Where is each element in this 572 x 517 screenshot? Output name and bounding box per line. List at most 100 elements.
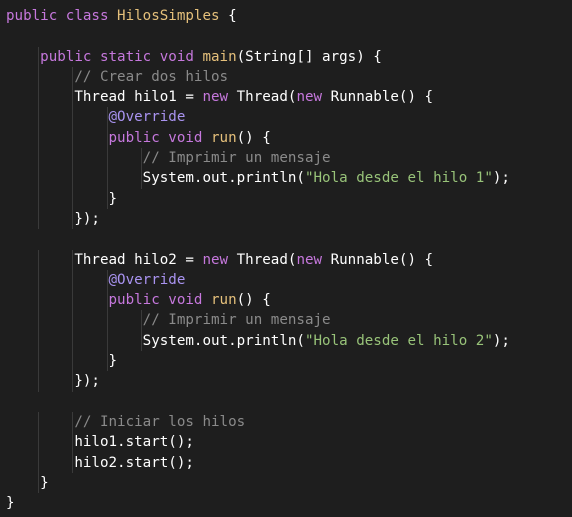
code-token: // Imprimir un mensaje (142, 312, 331, 329)
indent-guide (38, 269, 40, 291)
indent-guide (106, 269, 108, 291)
code-token: @Override (108, 109, 186, 126)
indent-guide (72, 107, 74, 128)
code-token: run (211, 129, 237, 146)
indent-guide (106, 148, 108, 169)
code-token: public static void (40, 48, 203, 65)
code-line: hilo1.start(); (0, 432, 572, 453)
code-token: run (211, 292, 237, 309)
code-token: Thread hilo1 = (6, 89, 203, 106)
indent-guide (72, 330, 74, 352)
indent-guide (72, 269, 74, 291)
code-token: System.out.println( (6, 170, 305, 187)
code-line: // Crear dos hilos (0, 66, 572, 88)
code-token: (String[] args) { (236, 48, 382, 65)
indent-guide (106, 168, 108, 189)
code-line: public class HilosSimples { (0, 6, 572, 26)
code-token: Thread( (228, 251, 297, 268)
code-token: () { (236, 129, 271, 146)
code-token: Runnable() { (322, 89, 434, 106)
indent-guide (38, 148, 40, 169)
code-line: public void run() { (0, 290, 572, 311)
indent-guide (38, 87, 40, 108)
code-token: } (6, 190, 118, 207)
code-line: Thread hilo2 = new Thread(new Runnable()… (0, 249, 572, 270)
code-token: hilo2.start(); (6, 454, 194, 471)
indent-guide (72, 208, 74, 230)
code-line: } (0, 493, 572, 513)
code-token: main (202, 48, 237, 65)
code-token: { (219, 8, 237, 24)
code-token: new (296, 251, 323, 268)
indent-guide (38, 351, 40, 372)
code-token: "Hola desde el hilo 2" (304, 332, 493, 349)
code-token: "Hola desde el hilo 1" (304, 170, 493, 187)
code-token: ); (492, 332, 510, 349)
indent-guide (38, 310, 40, 331)
indent-guide (106, 330, 108, 352)
indent-guide (106, 290, 108, 311)
indent-guide (38, 208, 40, 230)
code-line: // Iniciar los hilos (0, 411, 572, 433)
indent-guide (72, 168, 74, 189)
code-token: } (6, 474, 49, 491)
code-line: hilo2.start(); (0, 452, 572, 473)
code-line: System.out.println("Hola desde el hilo 2… (0, 330, 572, 352)
code-token: ); (492, 170, 510, 187)
indent-guide (38, 432, 40, 453)
indent-guide (72, 432, 74, 453)
indent-guide (72, 188, 74, 209)
code-line: Thread hilo1 = new Thread(new Runnable()… (0, 87, 572, 108)
indent-guide (72, 452, 74, 473)
indent-guide (72, 371, 74, 392)
code-editor[interactable]: public class HilosSimples { public stati… (0, 0, 572, 517)
code-token: // Imprimir un mensaje (142, 150, 331, 167)
code-token: } (6, 353, 118, 370)
indent-guide (106, 127, 108, 149)
indent-guide (38, 188, 40, 209)
indent-guide (140, 310, 142, 331)
indent-guide (72, 87, 74, 108)
code-token: HilosSimples (117, 8, 220, 24)
code-line: // Imprimir un mensaje (0, 148, 572, 169)
indent-guide (106, 188, 108, 209)
indent-guide (72, 411, 74, 433)
code-token: // Crear dos hilos (74, 68, 229, 85)
code-token: () { (236, 292, 271, 309)
indent-guide (38, 371, 40, 392)
code-token: }); (6, 210, 100, 227)
code-token: Runnable() { (322, 251, 434, 268)
indent-guide (140, 148, 142, 169)
code-token: System.out.println( (6, 332, 305, 349)
indent-guide (72, 290, 74, 311)
code-token: }); (6, 373, 100, 390)
code-line: public void run() { (0, 127, 572, 149)
indent-guide (38, 46, 40, 67)
code-line: @Override (0, 107, 572, 128)
code-token: // Iniciar los hilos (74, 413, 246, 430)
code-token: new (296, 89, 323, 106)
indent-guide (72, 351, 74, 372)
indent-guide (106, 310, 108, 331)
code-line: // Imprimir un mensaje (0, 310, 572, 331)
indent-guide (38, 452, 40, 473)
code-line: } (0, 472, 572, 494)
code-line: }); (0, 208, 572, 230)
code-line: @Override (0, 269, 572, 291)
code-line: } (0, 351, 572, 372)
indent-guide (72, 127, 74, 149)
indent-guide (72, 66, 74, 88)
indent-guide (38, 168, 40, 189)
code-line: }); (0, 371, 572, 392)
